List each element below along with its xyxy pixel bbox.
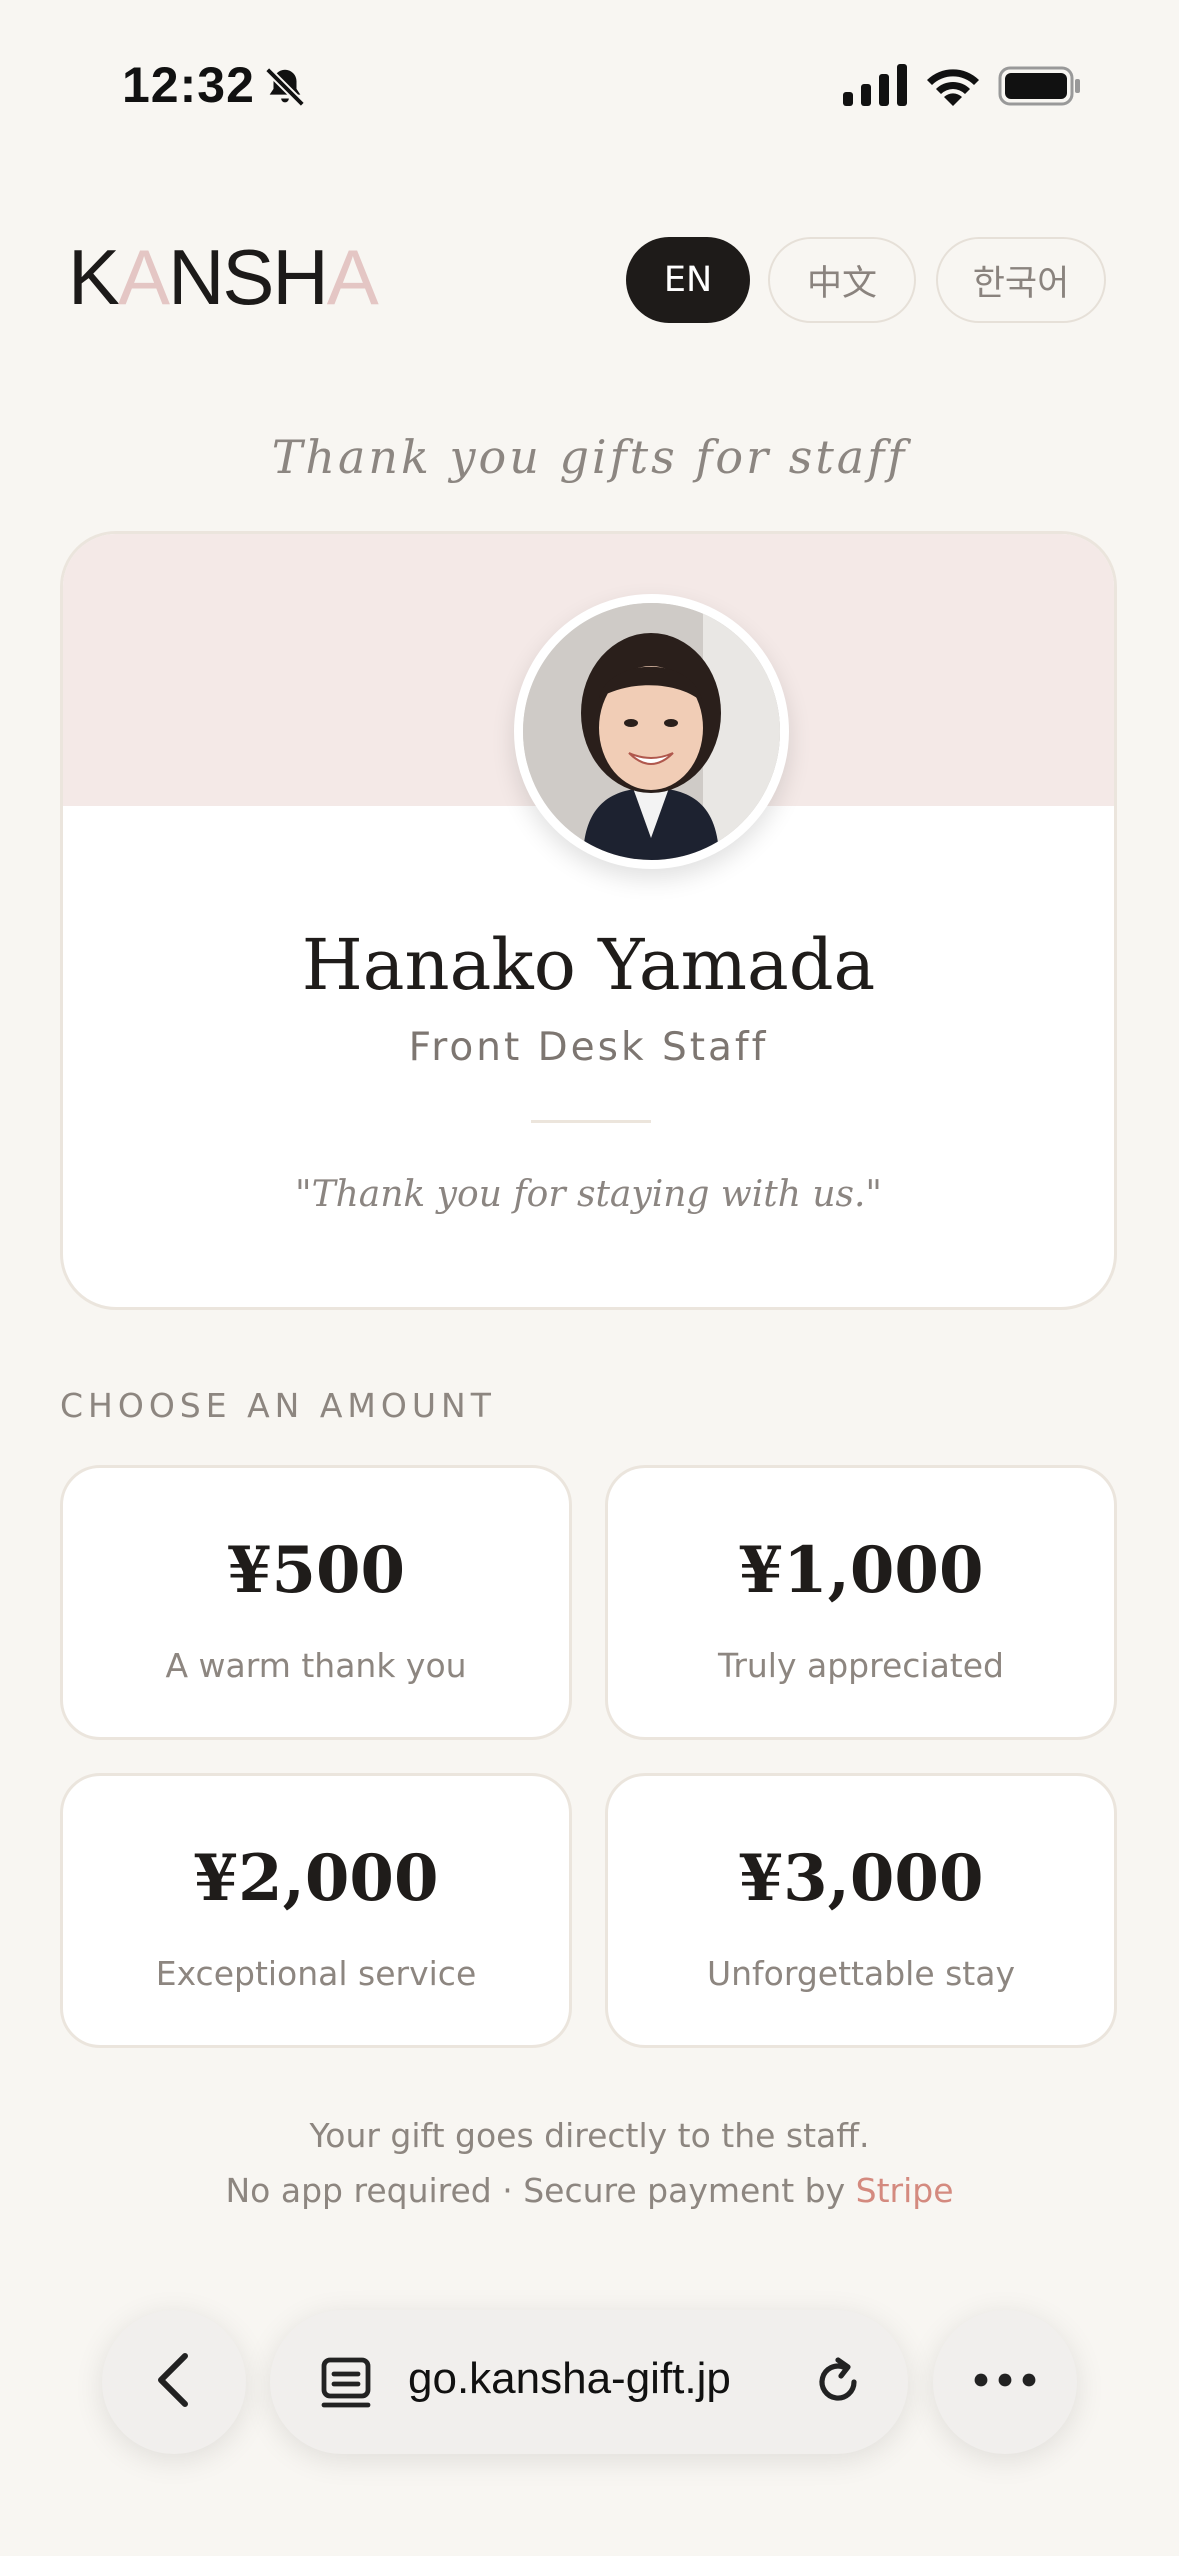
staff-role: Front Desk Staff bbox=[408, 1025, 769, 1070]
tabs-icon[interactable] bbox=[318, 2354, 374, 2414]
staff-card: Hanako Yamada Front Desk Staff "Thank yo… bbox=[60, 531, 1117, 1310]
amount-option-500[interactable]: ¥500 A warm thank you bbox=[60, 1465, 572, 1740]
staff-name: Hanako Yamada bbox=[301, 924, 876, 1006]
battery-icon bbox=[998, 66, 1082, 110]
footer-note: Your gift goes directly to the staff. bbox=[309, 2116, 870, 2155]
amount-label: Truly appreciated bbox=[718, 1646, 1004, 1685]
footer-payment-text: No app required · Secure payment by bbox=[225, 2171, 856, 2210]
page-subtitle: Thank you gifts for staff bbox=[271, 430, 908, 484]
address-bar[interactable]: go.kansha-gift.jp bbox=[270, 2310, 908, 2454]
choose-amount-heading: CHOOSE AN AMOUNT bbox=[60, 1386, 496, 1425]
more-icon bbox=[973, 2372, 1037, 2392]
stripe-link[interactable]: Stripe bbox=[856, 2171, 954, 2210]
amount-option-3000[interactable]: ¥3,000 Unforgettable stay bbox=[605, 1773, 1117, 2048]
back-button[interactable] bbox=[102, 2310, 246, 2454]
wifi-icon bbox=[925, 64, 981, 110]
amount-value: ¥3,000 bbox=[738, 1841, 984, 1916]
signal-icon bbox=[843, 64, 907, 110]
amount-value: ¥2,000 bbox=[193, 1841, 439, 1916]
staff-avatar bbox=[514, 594, 789, 869]
language-zh-button[interactable]: 中文 bbox=[768, 237, 916, 323]
url-text: go.kansha-gift.jp bbox=[408, 2354, 731, 2403]
reload-icon[interactable] bbox=[810, 2354, 866, 2414]
back-arrow-icon bbox=[149, 2350, 199, 2414]
status-time: 12:32 bbox=[122, 57, 255, 113]
amount-option-1000[interactable]: ¥1,000 Truly appreciated bbox=[605, 1465, 1117, 1740]
bell-slash-icon bbox=[262, 64, 308, 114]
language-en-button[interactable]: EN bbox=[626, 237, 750, 323]
kansha-logo: KANSHA bbox=[68, 233, 379, 321]
amount-value: ¥1,000 bbox=[738, 1533, 984, 1608]
amount-option-2000[interactable]: ¥2,000 Exceptional service bbox=[60, 1773, 572, 2048]
staff-quote: "Thank you for staying with us." bbox=[295, 1174, 882, 1215]
amount-value: ¥500 bbox=[226, 1533, 406, 1608]
more-button[interactable] bbox=[933, 2310, 1077, 2454]
amount-label: Exceptional service bbox=[155, 1954, 477, 1993]
divider bbox=[531, 1120, 651, 1123]
language-ko-button[interactable]: 한국어 bbox=[936, 237, 1106, 323]
footer-payment-note: No app required · Secure payment by Stri… bbox=[0, 2171, 1179, 2210]
amount-label: Unforgettable stay bbox=[706, 1954, 1015, 1993]
amount-label: A warm thank you bbox=[165, 1646, 467, 1685]
